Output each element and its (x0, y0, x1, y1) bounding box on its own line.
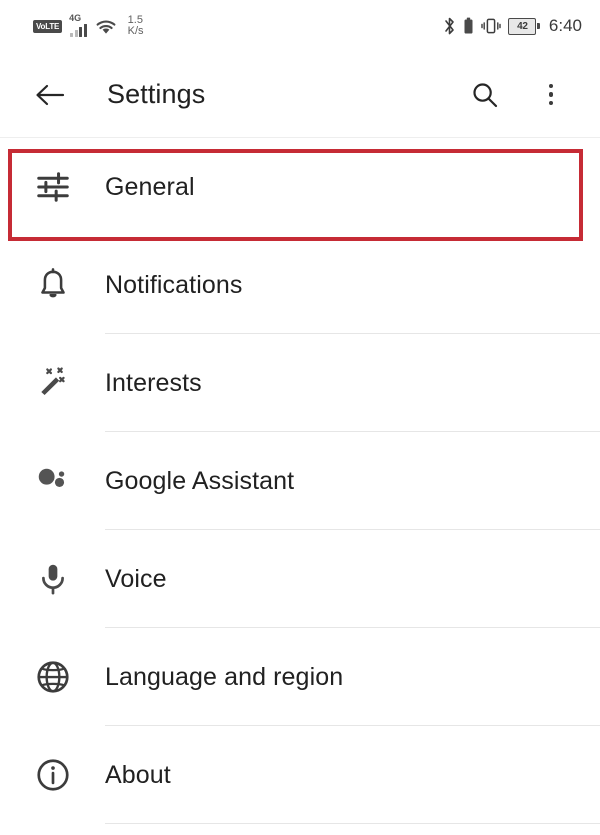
battery-cap (537, 23, 540, 29)
battery-percent-label: 42 (508, 17, 537, 35)
data-speed-unit: K/s (127, 25, 144, 37)
overflow-menu-icon (548, 83, 554, 106)
overflow-menu-button[interactable] (529, 73, 573, 117)
google-assistant-icon (0, 462, 105, 500)
cellular-signal-icon: 4G (69, 13, 87, 37)
vibrate-mode-icon (481, 16, 502, 36)
search-button[interactable] (463, 73, 507, 117)
volte-icon: VoLTE (33, 19, 63, 33)
bluetooth-battery-icon (463, 17, 474, 35)
settings-item-label: Language and region (105, 662, 344, 691)
settings-item-general[interactable]: General (0, 138, 600, 236)
bluetooth-icon (443, 16, 456, 36)
back-button[interactable] (28, 73, 72, 117)
data-speed-indicator: 1.5 K/s (128, 15, 144, 37)
settings-item-notifications[interactable]: Notifications (0, 236, 600, 334)
status-bar-clock: 6:40 (548, 16, 582, 35)
settings-item-label: Voice (105, 564, 167, 593)
magic-wand-icon (0, 365, 105, 401)
search-icon (470, 80, 500, 110)
settings-item-label: About (105, 760, 171, 789)
settings-item-interests[interactable]: Interests (0, 334, 600, 432)
settings-item-label: General (105, 172, 195, 201)
wifi-icon (94, 16, 118, 36)
settings-item-label: Interests (105, 368, 202, 397)
info-circle-icon (0, 756, 105, 794)
settings-item-voice[interactable]: Voice (0, 530, 600, 628)
tune-sliders-icon (0, 168, 105, 206)
settings-list: General Notifications Interests Google A… (0, 138, 600, 824)
microphone-icon (0, 561, 105, 597)
bell-icon (0, 267, 105, 303)
settings-item-label: Google Assistant (105, 466, 295, 495)
settings-item-about[interactable]: About (0, 726, 600, 824)
settings-item-label: Notifications (105, 270, 243, 299)
status-bar: VoLTE 4G 1.5 K/s 42 6:40 (0, 0, 600, 52)
status-bar-right: 42 6:40 (443, 16, 582, 36)
network-type-label: 4G (69, 13, 82, 23)
settings-item-language-and-region[interactable]: Language and region (0, 628, 600, 726)
status-bar-left: VoLTE 4G 1.5 K/s (33, 13, 144, 37)
page-title: Settings (107, 79, 206, 109)
globe-icon (0, 658, 105, 696)
signal-bars (70, 24, 87, 37)
app-bar: Settings (0, 52, 600, 138)
battery-icon: 42 (508, 17, 540, 35)
row-divider (105, 823, 600, 824)
back-arrow-icon (33, 80, 67, 110)
settings-item-google-assistant[interactable]: Google Assistant (0, 432, 600, 530)
